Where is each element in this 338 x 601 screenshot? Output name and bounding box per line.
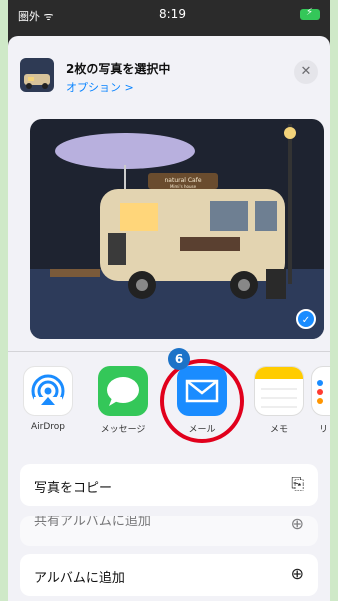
umbrella-shape <box>55 133 195 169</box>
phone-screen: 圏外 ᯤ 8:19 ⚡ 2枚の写真を選択中 オプション > ✕ natural … <box>8 0 330 601</box>
thumbnail-photo <box>20 58 54 92</box>
app-reminders[interactable]: リ <box>311 366 330 435</box>
clock: 8:19 <box>159 7 186 21</box>
notes-icon <box>254 366 304 416</box>
camper-photo: natural Cafe Mimi's house ✓ <box>30 119 324 339</box>
selection-thumbnail <box>20 58 54 92</box>
cafe-sign-line1: natural Cafe <box>164 177 201 184</box>
close-button[interactable]: ✕ <box>294 60 318 84</box>
cafe-sign-line2: Mimi's house <box>170 184 197 189</box>
photo-preview[interactable]: natural Cafe Mimi's house ✓ <box>30 119 324 339</box>
app-airdrop[interactable]: AirDrop <box>13 366 83 432</box>
action-add-shared-album[interactable]: 共有アルバムに追加 ⊕ <box>20 516 318 546</box>
action-label: 共有アルバムに追加 <box>34 516 151 529</box>
airdrop-icon <box>23 366 73 416</box>
app-label: リ <box>319 425 329 435</box>
reminders-icon <box>311 366 330 416</box>
status-bar: 圏外 ᯤ 8:19 ⚡ <box>8 0 330 30</box>
add-album-icon: ⊕ <box>290 564 304 583</box>
charging-icon: ⚡ <box>306 7 314 18</box>
action-label: アルバムに追加 <box>34 571 125 586</box>
share-sheet: 2枚の写真を選択中 オプション > ✕ natural Cafe Mimi's … <box>8 36 330 601</box>
messages-icon <box>98 366 148 416</box>
selected-check-glyph: ✓ <box>302 315 310 326</box>
action-label: 写真をコピー <box>34 481 113 496</box>
shared-album-icon: ⊕ <box>290 516 304 533</box>
battery-icon: ⚡ <box>300 7 320 20</box>
app-label: メッセージ <box>100 425 146 435</box>
share-header: 2枚の写真を選択中 オプション > ✕ <box>8 36 330 106</box>
action-add-album[interactable]: アルバムに追加 ⊕ <box>20 554 318 596</box>
app-label: メモ <box>269 425 288 435</box>
action-copy-photos[interactable]: 写真をコピー ⎘ <box>20 464 318 506</box>
app-messages[interactable]: メッセージ <box>88 366 158 435</box>
carrier-label: 圏外 ᯤ <box>18 10 54 23</box>
app-label: AirDrop <box>30 422 65 432</box>
options-link[interactable]: オプション > <box>66 79 134 95</box>
copy-icon: ⎘ <box>291 474 304 493</box>
share-title: 2枚の写真を選択中 <box>66 62 171 76</box>
highlight-circle <box>160 359 244 443</box>
app-notes[interactable]: メモ <box>244 366 314 435</box>
step-badge: 6 <box>168 348 190 370</box>
